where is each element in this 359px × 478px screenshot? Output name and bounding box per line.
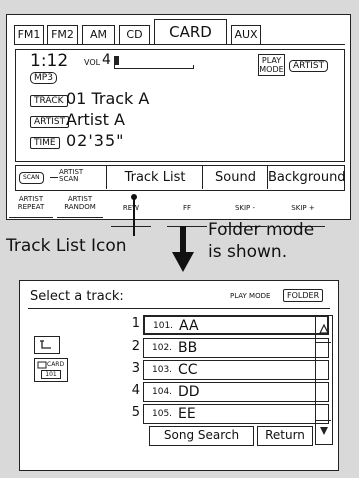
- folder-mode-caption-line2: is shown.: [208, 242, 288, 262]
- artist-label: ARTIST: [30, 116, 70, 128]
- artist-mode-badge: ARTIST: [289, 60, 329, 72]
- tab-card[interactable]: CARD: [154, 19, 227, 45]
- tab-cd[interactable]: CD: [119, 25, 150, 45]
- now-playing-panel: 1:12 VOL 4 MP3 PLAY MODE ARTIST TRACK 01…: [15, 49, 345, 162]
- artist-value: Artist A: [66, 110, 125, 129]
- ff-button[interactable]: FF: [167, 193, 207, 227]
- tab-fm1[interactable]: FM1: [14, 25, 44, 45]
- function-row: SCAN ARTIST SCAN Track List Sound Backgr…: [15, 165, 346, 191]
- tab-fm2[interactable]: FM2: [47, 25, 78, 45]
- control-buttons-row: ARTIST REPEAT ARTIST RANDOM REW FF SKIP …: [7, 193, 349, 227]
- time-value: 02'35": [66, 131, 125, 150]
- track-code: 101.: [153, 321, 174, 331]
- volume-label: VOL: [84, 58, 101, 67]
- track-index: 5: [131, 405, 140, 420]
- artist-random-button[interactable]: ARTIST RANDOM: [57, 193, 103, 218]
- callout-line: [133, 199, 135, 236]
- mp3-badge: MP3: [30, 72, 57, 84]
- scrollbar[interactable]: [315, 315, 333, 445]
- play-mode-label: PLAY MODE: [230, 292, 271, 300]
- select-track-title: Select a track:: [30, 289, 124, 304]
- down-arrow-icon: [172, 226, 194, 272]
- track-name: AA: [179, 318, 199, 334]
- track-list-button[interactable]: Track List: [106, 166, 203, 189]
- track-row[interactable]: 103. CC: [143, 360, 329, 380]
- folder-number: 101: [45, 371, 57, 378]
- scan-badge: SCAN: [19, 172, 44, 184]
- track-label: TRACK: [30, 95, 68, 107]
- track-code: 102.: [152, 343, 173, 353]
- time-label: TIME: [30, 137, 60, 149]
- tab-underline: [15, 44, 345, 45]
- volume-bar-icon: [114, 65, 194, 69]
- folder-up-icon: [40, 340, 51, 349]
- track-name: CC: [178, 362, 198, 378]
- track-value: 01 Track A: [66, 89, 150, 108]
- tab-aux[interactable]: AUX: [231, 25, 261, 45]
- scroll-divider: [316, 420, 331, 421]
- artist-repeat-button[interactable]: ARTIST REPEAT: [9, 193, 53, 218]
- volume-bar-fill: [114, 56, 119, 65]
- track-name: BB: [178, 340, 198, 356]
- track-index: 3: [131, 361, 140, 376]
- track-row[interactable]: 104. DD: [143, 382, 329, 402]
- folder-mode-badge[interactable]: FOLDER: [283, 289, 324, 302]
- track-name: DD: [178, 384, 200, 400]
- card-label: CARD: [47, 361, 65, 368]
- folder-101-icon: 101: [41, 370, 61, 379]
- play-mode-button[interactable]: PLAY MODE: [258, 54, 285, 76]
- arrow-left-icon: [50, 177, 58, 178]
- sound-button[interactable]: Sound: [202, 166, 268, 189]
- folder-mode-caption-line1: Folder mode: [208, 220, 315, 240]
- parent-folder-button[interactable]: [34, 336, 60, 354]
- tab-am[interactable]: AM: [82, 25, 115, 45]
- scroll-divider: [316, 342, 331, 343]
- volume-value: 4: [102, 52, 111, 68]
- background-button[interactable]: Background: [267, 166, 346, 189]
- track-code: 103.: [152, 365, 173, 375]
- song-search-button[interactable]: Song Search: [149, 426, 254, 446]
- title-divider: [28, 308, 330, 309]
- track-row[interactable]: 105. EE: [143, 404, 329, 424]
- artist-scan-label: ARTIST SCAN: [59, 168, 84, 183]
- track-row[interactable]: 102. BB: [143, 338, 329, 358]
- track-select-panel: Select a track: PLAY MODE FOLDER CARD 10…: [19, 280, 339, 471]
- track-code: 105.: [152, 409, 173, 419]
- return-button[interactable]: Return: [257, 426, 313, 446]
- track-name: EE: [178, 406, 196, 422]
- current-folder-box: CARD 101: [34, 358, 68, 382]
- audio-screen-card-mode: FM1 FM2 AM CD CARD AUX 1:12 VOL 4 MP3 PL…: [6, 14, 351, 227]
- card-icon: [37, 361, 47, 369]
- track-list-icon-caption: Track List Icon: [6, 236, 127, 256]
- track-code: 104.: [152, 387, 173, 397]
- track-index: 1: [131, 316, 140, 331]
- track-index: 4: [131, 383, 140, 398]
- scroll-up-icon[interactable]: [319, 324, 329, 334]
- track-row[interactable]: 101. AA: [143, 315, 329, 335]
- track-position: 1:12: [30, 51, 69, 71]
- scroll-down-icon[interactable]: [319, 426, 329, 436]
- track-index: 2: [131, 339, 140, 354]
